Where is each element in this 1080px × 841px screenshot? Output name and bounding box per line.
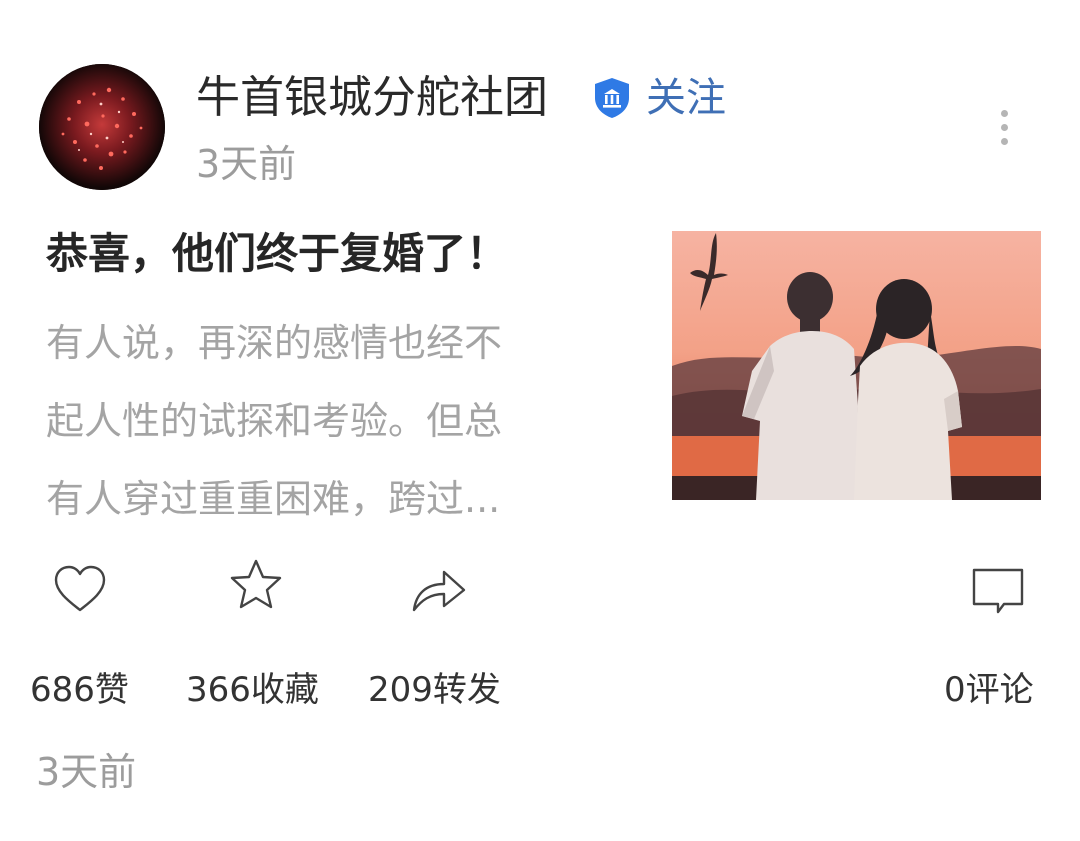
star-icon[interactable] xyxy=(226,556,286,616)
verified-badge-icon xyxy=(595,78,629,118)
comment-count: 0评论 xyxy=(944,670,1034,710)
footer-time: 3天前 xyxy=(36,750,137,794)
excerpt-line: 起人性的试探和考验。但总 xyxy=(46,399,503,443)
share-count: 209转发 xyxy=(368,670,501,710)
post-thumbnail[interactable] xyxy=(672,231,1041,500)
sunset-couple-photo xyxy=(672,231,1041,500)
favorite-count: 366收藏 xyxy=(186,670,319,710)
comment-bubble-icon[interactable] xyxy=(968,562,1028,622)
avatar-image xyxy=(39,64,165,190)
excerpt-line: 有人说，再深的感情也经不 xyxy=(46,321,503,365)
share-arrow-icon[interactable] xyxy=(408,560,468,620)
heart-icon[interactable] xyxy=(50,560,110,620)
author-name[interactable]: 牛首银城分舵社团 xyxy=(196,70,548,126)
post-time: 3天前 xyxy=(196,142,297,186)
post-excerpt[interactable]: 有人说，再深的感情也经不 起人性的试探和考验。但总 有人穿过重重困难，跨过... xyxy=(46,304,606,538)
follow-button[interactable]: 关注 xyxy=(646,72,726,124)
like-count: 686赞 xyxy=(30,670,129,710)
excerpt-line: 有人穿过重重困难，跨过... xyxy=(46,477,501,521)
post-title[interactable]: 恭喜，他们终于复婚了！ xyxy=(46,226,508,282)
more-vertical-icon[interactable] xyxy=(988,108,1022,148)
author-avatar[interactable] xyxy=(39,64,165,190)
